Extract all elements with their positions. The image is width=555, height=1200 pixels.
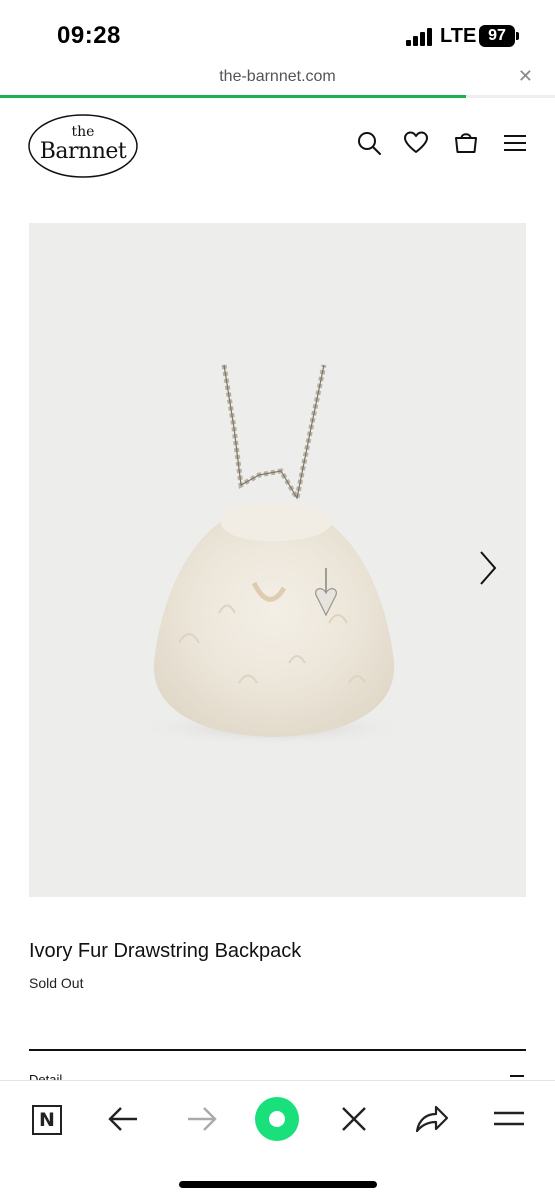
close-icon[interactable]: ✕: [518, 66, 533, 87]
record-button[interactable]: [255, 1097, 299, 1141]
progress-fill: [0, 95, 467, 98]
stock-status: Sold Out: [29, 975, 84, 991]
menu-icon[interactable]: [501, 129, 529, 157]
n-app-icon: N: [32, 1105, 62, 1135]
close-tab-icon[interactable]: [332, 1097, 376, 1141]
product-image[interactable]: [29, 223, 526, 897]
logo-wordmark: Barnnet: [39, 139, 127, 164]
product-photo: [134, 364, 414, 746]
battery-icon: 97: [479, 25, 519, 47]
network-type: LTE: [440, 25, 477, 47]
bag-icon[interactable]: [452, 129, 480, 157]
status-bar: 09:28 LTE 97: [0, 0, 555, 62]
chevron-right-icon[interactable]: [470, 548, 504, 588]
site-header: the Barnnet: [0, 105, 555, 187]
browser-url-bar[interactable]: the-barnnet.com ✕: [0, 62, 555, 98]
home-indicator: [179, 1181, 377, 1188]
forward-arrow-icon[interactable]: [179, 1097, 223, 1141]
back-arrow-icon[interactable]: [102, 1097, 146, 1141]
search-icon[interactable]: [355, 129, 383, 157]
record-icon: [255, 1097, 299, 1141]
status-time: 09:28: [57, 22, 121, 49]
detail-section-label[interactable]: Detail: [29, 1070, 62, 1080]
page-load-progress: [0, 95, 555, 98]
share-icon[interactable]: [409, 1097, 453, 1141]
signal-icon: [406, 28, 434, 46]
toolbar-menu-icon[interactable]: [487, 1097, 531, 1141]
detail-toggle-icon[interactable]: [510, 1075, 524, 1077]
url-text[interactable]: the-barnnet.com: [0, 68, 555, 86]
logo-the: the: [71, 124, 95, 140]
product-title: Ivory Fur Drawstring Backpack: [29, 940, 302, 962]
heart-icon[interactable]: [402, 129, 430, 157]
n-app-button[interactable]: N: [24, 1097, 68, 1141]
section-divider: [29, 1049, 526, 1051]
brand-logo[interactable]: the Barnnet: [27, 113, 139, 179]
